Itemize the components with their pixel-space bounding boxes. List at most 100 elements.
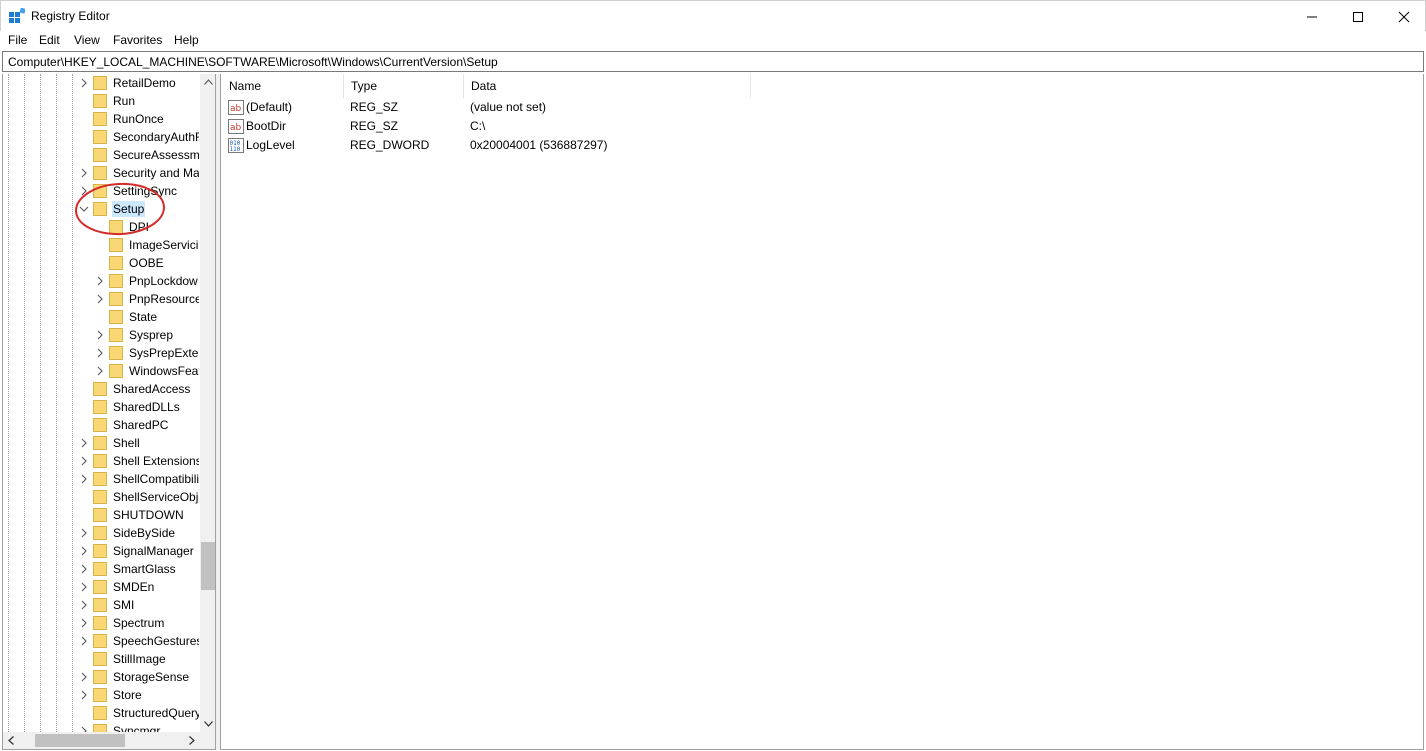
chevron-right-icon[interactable]: [95, 366, 105, 376]
chevron-right-icon[interactable]: [79, 636, 89, 646]
key-tree-pane[interactable]: RetailDemo Run RunOnce SecondaryAuthF Secure…: [2, 74, 216, 750]
tree-item-label: SettingSync: [113, 184, 178, 198]
address-path[interactable]: Computer\HKEY_LOCAL_MACHINE\SOFTWARE\Mic…: [8, 55, 498, 69]
tree-item-label: Syncmgr: [113, 724, 161, 732]
tree-item-label: Shell Extensions: [113, 454, 199, 468]
values-list-pane[interactable]: Name Type Data ab (Default) REG_SZ (valu…: [220, 74, 1424, 750]
tree-item[interactable]: ShellCompatibili: [3, 470, 199, 488]
tree-item[interactable]: PnpResource: [3, 290, 199, 308]
chevron-right-icon[interactable]: [79, 438, 89, 448]
tree-item[interactable]: Setup: [3, 200, 199, 218]
menu-edit[interactable]: Edit: [39, 33, 60, 47]
tree-item[interactable]: SmartGlass: [3, 560, 199, 578]
tree-item[interactable]: Sysprep: [3, 326, 199, 344]
chevron-right-icon[interactable]: [79, 474, 89, 484]
tree-item[interactable]: Shell: [3, 434, 199, 452]
tree-item[interactable]: SMDEn: [3, 578, 199, 596]
tree-item[interactable]: StructuredQuery: [3, 704, 199, 722]
chevron-right-icon[interactable]: [79, 78, 89, 88]
menu-file[interactable]: File: [8, 33, 27, 47]
tree-item[interactable]: StillImage: [3, 650, 199, 668]
key-tree[interactable]: RetailDemo Run RunOnce SecondaryAuthF Secure…: [3, 74, 199, 732]
menu-view[interactable]: View: [74, 33, 100, 47]
column-header-name[interactable]: Name: [221, 74, 343, 98]
tree-horizontal-scrollbar[interactable]: [3, 732, 200, 749]
tree-item[interactable]: Spectrum: [3, 614, 199, 632]
chevron-right-icon[interactable]: [95, 294, 105, 304]
tree-item-label: RetailDemo: [113, 76, 176, 90]
chevron-right-icon[interactable]: [95, 348, 105, 358]
scroll-up-button[interactable]: [200, 74, 215, 90]
chevron-right-icon[interactable]: [79, 582, 89, 592]
minimize-button[interactable]: [1289, 1, 1335, 32]
chevron-right-icon[interactable]: [79, 618, 89, 628]
tree-item[interactable]: SignalManager: [3, 542, 199, 560]
tree-item[interactable]: SharedPC: [3, 416, 199, 434]
chevron-right-icon[interactable]: [79, 456, 89, 466]
menu-favorites[interactable]: Favorites: [113, 33, 162, 47]
tree-item[interactable]: Syncmgr: [3, 722, 199, 732]
folder-icon: [93, 148, 107, 162]
tree-item[interactable]: Store: [3, 686, 199, 704]
folder-icon: [109, 364, 123, 378]
folder-icon: [93, 598, 107, 612]
chevron-right-icon[interactable]: [79, 186, 89, 196]
tree-item[interactable]: SpeechGestures: [3, 632, 199, 650]
tree-item[interactable]: SharedAccess: [3, 380, 199, 398]
chevron-right-icon[interactable]: [79, 690, 89, 700]
tree-item[interactable]: ImageServicir: [3, 236, 199, 254]
tree-item[interactable]: StorageSense: [3, 668, 199, 686]
chevron-right-icon[interactable]: [79, 600, 89, 610]
tree-item[interactable]: SecondaryAuthF: [3, 128, 199, 146]
value-row[interactable]: ab (Default) REG_SZ (value not set): [221, 98, 1425, 117]
column-header-type[interactable]: Type: [343, 74, 463, 98]
column-header-label: Type: [351, 79, 378, 93]
tree-item[interactable]: SysPrepExterr: [3, 344, 199, 362]
address-bar[interactable]: Computer\HKEY_LOCAL_MACHINE\SOFTWARE\Mic…: [2, 51, 1424, 72]
scroll-left-button[interactable]: [3, 732, 19, 749]
chevron-right-icon[interactable]: [79, 672, 89, 682]
scroll-thumb[interactable]: [35, 734, 125, 747]
tree-item[interactable]: SettingSync: [3, 182, 199, 200]
scroll-right-button[interactable]: [184, 732, 200, 749]
folder-icon: [109, 220, 123, 234]
tree-item[interactable]: WindowsFeat: [3, 362, 199, 380]
chevron-up-icon: [203, 79, 213, 85]
maximize-button[interactable]: [1335, 1, 1381, 32]
tree-item[interactable]: Run: [3, 92, 199, 110]
tree-vertical-scrollbar[interactable]: [200, 74, 215, 732]
tree-item[interactable]: Security and Ma: [3, 164, 199, 182]
chevron-right-icon[interactable]: [79, 546, 89, 556]
tree-item-label: SHUTDOWN: [113, 508, 184, 522]
chevron-down-icon[interactable]: [79, 204, 89, 214]
tree-item[interactable]: RetailDemo: [3, 74, 199, 92]
folder-icon: [93, 526, 107, 540]
tree-item[interactable]: SharedDLLs: [3, 398, 199, 416]
tree-item[interactable]: State: [3, 308, 199, 326]
scroll-down-button[interactable]: [200, 716, 215, 732]
tree-item[interactable]: SHUTDOWN: [3, 506, 199, 524]
close-button[interactable]: [1381, 1, 1426, 32]
column-header-data[interactable]: Data: [463, 74, 751, 98]
tree-item-label: SharedPC: [113, 418, 169, 432]
menu-help[interactable]: Help: [174, 33, 199, 47]
chevron-right-icon[interactable]: [79, 168, 89, 178]
column-divider[interactable]: [750, 74, 751, 98]
tree-item[interactable]: DPI: [3, 218, 199, 236]
tree-item[interactable]: SMI: [3, 596, 199, 614]
folder-icon: [93, 724, 107, 732]
tree-item[interactable]: SideBySide: [3, 524, 199, 542]
tree-item[interactable]: ShellServiceObje: [3, 488, 199, 506]
tree-item[interactable]: SecureAssessme: [3, 146, 199, 164]
chevron-right-icon[interactable]: [95, 330, 105, 340]
chevron-right-icon[interactable]: [95, 276, 105, 286]
chevron-right-icon[interactable]: [79, 528, 89, 538]
tree-item[interactable]: OOBE: [3, 254, 199, 272]
value-row[interactable]: 010 110 LogLevel REG_DWORD 0x20004001 (5…: [221, 136, 1425, 155]
tree-item[interactable]: Shell Extensions: [3, 452, 199, 470]
tree-item[interactable]: RunOnce: [3, 110, 199, 128]
scroll-thumb[interactable]: [201, 542, 215, 590]
chevron-right-icon[interactable]: [79, 564, 89, 574]
value-row[interactable]: ab BootDir REG_SZ C:\: [221, 117, 1425, 136]
tree-item[interactable]: PnpLockdow: [3, 272, 199, 290]
